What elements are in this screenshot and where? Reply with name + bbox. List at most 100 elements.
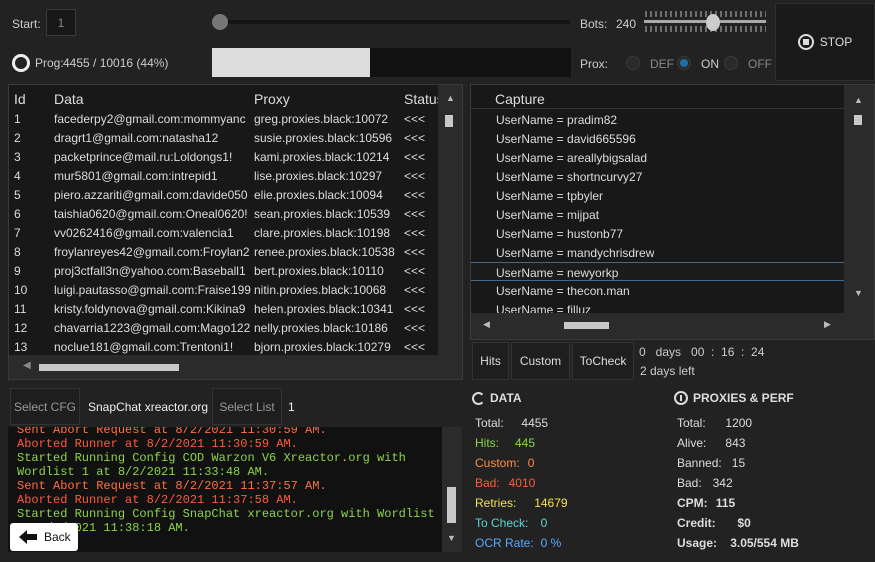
log-line: Aborted Runner at 8/2/2021 11:30:59 AM. [17, 437, 298, 451]
table-row[interactable]: 12 chavarria1223@gmail.com:Mago122 nelly.p… [9, 318, 438, 337]
table-row[interactable]: 11 kristy.foldynova@gmail.com:Kikina9 hele… [9, 299, 438, 318]
capture-scroll-down-icon[interactable]: ▼ [854, 288, 863, 298]
capture-row-text: UserName = mandychrisdrew [496, 246, 655, 260]
table-cell: facederpy2@gmail.com:mommyanc [54, 112, 246, 126]
table-cell: <<< [404, 188, 426, 202]
table-row[interactable]: 6 taishia0620@gmail.com:Oneal0620! sean.pr… [9, 204, 438, 223]
table-row[interactable]: 5 piero.azzariti@gmail.com:davide050 elie.… [9, 185, 438, 204]
capture-vscroll-thumb[interactable] [854, 115, 862, 125]
proxy-stat-label: Bad: [677, 476, 702, 490]
back-arrow-icon [19, 530, 37, 544]
grid-header-data[interactable]: Data [54, 91, 252, 107]
prox-radio-off[interactable] [724, 56, 738, 70]
proxy-stat-label: Alive: [677, 436, 707, 450]
bots-slider-handle[interactable] [706, 14, 720, 31]
log-line: Sent Abort Request at 8/2/2021 11:30:59 … [17, 427, 327, 437]
prox-radio-def[interactable] [626, 56, 640, 70]
capture-row[interactable]: UserName = mandychrisdrew [471, 243, 844, 262]
scroll-left-icon[interactable]: ◀ [23, 360, 31, 371]
table-cell: dragrt1@gmail.com:natasha12 [54, 131, 219, 145]
capture-hscroll-thumb[interactable] [564, 322, 609, 329]
table-cell: 11 [14, 302, 27, 316]
capture-row[interactable]: UserName = tpbyler [471, 186, 844, 205]
proxy-stat-label: CPM: [677, 496, 708, 510]
scroll-up-icon[interactable]: ▲ [446, 93, 455, 103]
capture-row[interactable]: UserName = hustonb77 [471, 224, 844, 243]
capture-vscrollbar[interactable]: ▲ ▼ [844, 85, 874, 339]
select-list-button[interactable]: Select List [212, 388, 282, 425]
capture-hscrollbar[interactable]: ◀ ▶ [471, 313, 844, 339]
table-row[interactable]: 9 proj3ctfall3n@yahoo.com:Baseball1 bert.p… [9, 261, 438, 280]
tab-hits[interactable]: Hits [472, 342, 509, 380]
capture-row[interactable]: UserName = pradim82 [471, 110, 844, 129]
log-vscroll-thumb[interactable] [447, 487, 456, 523]
tab-custom[interactable]: Custom [511, 342, 570, 380]
grid-header-proxy[interactable]: Proxy [254, 91, 400, 107]
table-cell: bjorn.proxies.black:10279 [254, 340, 391, 354]
stop-button[interactable]: STOP [775, 3, 875, 81]
table-cell: bert.proxies.black:10110 [254, 264, 384, 278]
table-row[interactable]: 4 mur5801@gmail.com:intrepid1 lise.proxies… [9, 166, 438, 185]
tab-tocheck[interactable]: ToCheck [572, 342, 634, 380]
table-cell: 4 [14, 169, 21, 183]
grid-hscrollbar[interactable]: ◀ [9, 355, 462, 379]
grid-header-id[interactable]: Id [14, 91, 50, 107]
data-stat-value: 14679 [534, 496, 568, 510]
bots-slider[interactable] [644, 9, 767, 35]
capture-scroll-left-icon[interactable]: ◀ [483, 319, 490, 330]
capture-row-text: UserName = david665596 [496, 132, 636, 146]
log-scroll-down-icon[interactable]: ▼ [447, 533, 456, 543]
table-row[interactable]: 2 dragrt1@gmail.com:natasha12 susie.proxie… [9, 128, 438, 147]
table-cell: helen.proxies.black:10341 [254, 302, 394, 316]
slider-track[interactable] [216, 20, 570, 24]
start-input[interactable]: 1 [46, 9, 76, 36]
grid-header-status[interactable]: Status [404, 91, 438, 107]
capture-row[interactable]: UserName = shortncurvy27 [471, 167, 844, 186]
data-stat-value: 445 [515, 436, 536, 450]
table-cell: <<< [404, 207, 426, 221]
table-cell: 3 [14, 150, 21, 164]
data-stat-label: Hits: [475, 436, 499, 450]
table-row[interactable]: 1 facederpy2@gmail.com:mommyanc greg.proxi… [9, 109, 438, 128]
bots-slider-ticks [644, 11, 767, 32]
select-cfg-button[interactable]: Select CFG [10, 388, 80, 425]
table-cell: 2 [14, 131, 21, 145]
table-row[interactable]: 10 luigi.pautasso@gmail.com:Fraise199 niti… [9, 280, 438, 299]
capture-row[interactable]: UserName = thecon.man [471, 281, 844, 300]
gauge-icon [674, 391, 688, 405]
stop-label: STOP [819, 35, 853, 49]
capture-scroll-up-icon[interactable]: ▲ [854, 95, 863, 105]
data-stat-label: Retries: [475, 496, 517, 510]
table-row[interactable]: 8 froylanreyes42@gmail.com:Froylan2 renee.… [9, 242, 438, 261]
table-cell: taishia0620@gmail.com:Oneal0620! [54, 207, 248, 221]
table-row[interactable]: 3 packetprince@mail.ru:Loldongs1! kami.pro… [9, 147, 438, 166]
data-stat-value: 0 [540, 516, 548, 530]
capture-row[interactable]: UserName = areallybigsalad [471, 148, 844, 167]
capture-row[interactable]: UserName = david665596 [471, 129, 844, 148]
proxy-stat-label: Credit: [677, 516, 716, 530]
prox-radio-on[interactable] [677, 56, 691, 70]
capture-scroll-right-icon[interactable]: ▶ [824, 319, 831, 330]
proxy-stat-value: 115 [715, 496, 736, 510]
table-row[interactable]: 13 noclue181@gmail.com:Trentoni1! bjorn.pr… [9, 337, 438, 356]
grid-vscrollbar[interactable]: ▲ [438, 85, 462, 355]
data-panel-header: DATA [472, 391, 522, 405]
back-label: Back [44, 530, 71, 544]
table-cell: packetprince@mail.ru:Loldongs1! [54, 150, 233, 164]
capture-row[interactable]: UserName = newyorkp [471, 262, 844, 281]
grid-hscroll-thumb[interactable] [39, 364, 179, 371]
data-stat-value: 0 [527, 456, 535, 470]
table-row[interactable]: 7 vv0262416@gmail.com:valencia1 clare.prox… [9, 223, 438, 242]
back-button[interactable]: Back [10, 523, 78, 551]
log-vscrollbar[interactable]: ▼ [442, 427, 462, 552]
refresh-icon [472, 391, 485, 405]
proxy-stat-value: 342 [712, 476, 733, 490]
table-cell: elie.proxies.black:10094 [254, 188, 383, 202]
data-stat-label: Custom: [475, 456, 520, 470]
log-line: Started Running Config SnapChat xreactor… [17, 507, 450, 521]
slider-handle[interactable] [212, 14, 228, 30]
capture-row[interactable]: UserName = mijpat [471, 205, 844, 224]
table-cell: <<< [404, 226, 426, 240]
table-cell: renee.proxies.black:10538 [254, 245, 395, 259]
grid-vscroll-thumb[interactable] [445, 115, 453, 127]
